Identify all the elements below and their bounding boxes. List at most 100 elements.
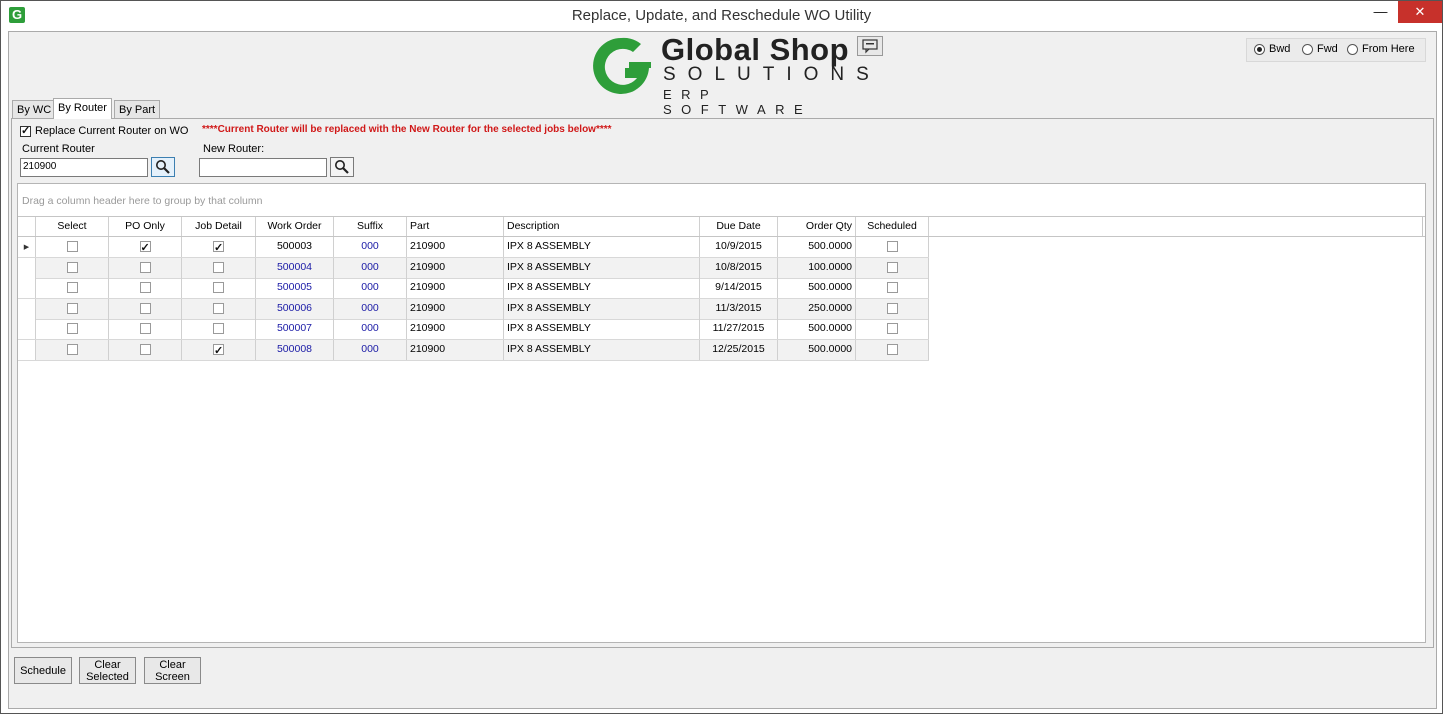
cell-due-date[interactable]: 9/14/2015	[700, 278, 778, 298]
current-router-search-button[interactable]	[151, 157, 175, 177]
column-header-select[interactable]: Select	[36, 217, 109, 236]
maximize-button[interactable]	[1365, 1, 1395, 23]
row-indicator[interactable]	[18, 278, 36, 298]
cell-work-order[interactable]: 500005	[256, 278, 334, 298]
select-checkbox[interactable]	[66, 282, 78, 293]
cell-due-date[interactable]: 11/27/2015	[700, 319, 778, 339]
column-header-work-order[interactable]: Work Order	[256, 217, 334, 236]
cell-description[interactable]: IPX 8 ASSEMBLY	[504, 237, 700, 257]
cell-description[interactable]: IPX 8 ASSEMBLY	[504, 257, 700, 278]
scheduled-checkbox[interactable]	[886, 261, 898, 273]
cell-due-date[interactable]: 11/3/2015	[700, 298, 778, 319]
po-only-checkbox[interactable]	[139, 323, 151, 334]
radio-from-here[interactable]: From Here	[1347, 43, 1415, 55]
scheduled-checkbox[interactable]	[886, 241, 898, 252]
cell-order-qty[interactable]: 500.0000	[778, 319, 856, 339]
table-row[interactable]: 500004 000 210900 IPX 8 ASSEMBLY 10/8/2015 10…	[18, 257, 929, 279]
radio-bwd-indicator[interactable]	[1254, 43, 1265, 55]
po-only-checkbox[interactable]	[139, 261, 151, 273]
cell-description[interactable]: IPX 8 ASSEMBLY	[504, 278, 700, 298]
scheduled-checkbox[interactable]	[886, 282, 898, 293]
cell-suffix[interactable]: 000	[334, 257, 407, 278]
select-checkbox[interactable]	[66, 261, 78, 273]
scheduled-checkbox[interactable]	[886, 323, 898, 334]
table-row[interactable]: ▶ 500003000210900IPX 8 ASSEMBLY10/9/20155…	[18, 237, 929, 258]
tab-by-router[interactable]: By Router	[53, 98, 112, 119]
cell-suffix[interactable]: 000	[334, 319, 407, 339]
cell-suffix[interactable]: 000	[334, 278, 407, 298]
cell-part[interactable]: 210900	[407, 319, 504, 339]
cell-work-order[interactable]: 500004	[256, 257, 334, 278]
row-indicator[interactable]	[18, 298, 36, 319]
column-header-suffix[interactable]: Suffix	[334, 217, 407, 236]
table-row[interactable]: 500006 000 210900 IPX 8 ASSEMBLY 11/3/2015 25…	[18, 298, 929, 320]
cell-part[interactable]: 210900	[407, 339, 504, 360]
column-header-description[interactable]: Description	[504, 217, 700, 236]
radio-fwd[interactable]: Fwd	[1302, 43, 1338, 55]
select-checkbox[interactable]	[66, 323, 78, 334]
radio-fwd-indicator[interactable]	[1302, 43, 1313, 55]
clear-screen-button[interactable]: Clear Screen	[144, 657, 201, 684]
column-header-scheduled[interactable]: Scheduled	[856, 217, 929, 236]
cell-work-order[interactable]: 500006	[256, 298, 334, 319]
cell-part[interactable]: 210900	[407, 257, 504, 278]
job-detail-checkbox[interactable]	[213, 302, 224, 314]
cell-due-date[interactable]: 10/9/2015	[700, 237, 778, 257]
column-header-order-qty[interactable]: Order Qty	[778, 217, 856, 236]
radio-from-here-indicator[interactable]	[1347, 43, 1358, 55]
row-indicator[interactable]	[18, 319, 36, 339]
cell-part[interactable]: 210900	[407, 237, 504, 257]
select-checkbox[interactable]	[66, 302, 78, 314]
cell-due-date[interactable]: 12/25/2015	[700, 339, 778, 360]
po-only-checkbox[interactable]	[139, 302, 151, 314]
cell-suffix[interactable]: 000	[334, 298, 407, 319]
job-detail-checkbox[interactable]	[213, 323, 224, 334]
cell-description[interactable]: IPX 8 ASSEMBLY	[504, 298, 700, 319]
cell-work-order[interactable]: 500003	[256, 237, 334, 257]
job-detail-checkbox[interactable]	[213, 261, 224, 273]
schedule-button[interactable]: Schedule	[14, 657, 72, 684]
job-detail-checkbox[interactable]	[213, 342, 224, 360]
cell-work-order[interactable]: 500008	[256, 339, 334, 360]
table-row[interactable]: 500007 000 210900 IPX 8 ASSEMBLY 11/27/2015 5…	[18, 319, 929, 340]
cell-order-qty[interactable]: 250.0000	[778, 298, 856, 319]
cell-due-date[interactable]: 10/8/2015	[700, 257, 778, 278]
replace-router-option[interactable]: Replace Current Router on WO	[20, 124, 188, 137]
cell-suffix[interactable]: 000	[334, 339, 407, 360]
job-detail-checkbox[interactable]	[213, 239, 224, 257]
cell-description[interactable]: IPX 8 ASSEMBLY	[504, 319, 700, 339]
new-router-input[interactable]	[199, 158, 327, 177]
cell-suffix[interactable]: 000	[334, 237, 407, 257]
cell-description[interactable]: IPX 8 ASSEMBLY	[504, 339, 700, 360]
cell-work-order[interactable]: 500007	[256, 319, 334, 339]
select-checkbox[interactable]	[66, 241, 78, 252]
feedback-button[interactable]	[857, 36, 883, 56]
po-only-checkbox[interactable]	[139, 282, 151, 293]
replace-router-checkbox[interactable]	[20, 124, 31, 137]
po-only-checkbox[interactable]	[139, 239, 151, 257]
tab-by-wc[interactable]: By WC	[12, 100, 57, 118]
table-row[interactable]: 500005 000 210900 IPX 8 ASSEMBLY 9/14/2015 50…	[18, 278, 929, 299]
row-indicator[interactable]	[18, 257, 36, 278]
current-router-input[interactable]: 210900	[20, 158, 148, 177]
scheduled-checkbox[interactable]	[886, 343, 898, 355]
table-row[interactable]: 500008000210900IPX 8 ASSEMBLY12/25/20155…	[18, 339, 929, 361]
row-indicator[interactable]: ▶	[18, 237, 36, 257]
column-header-job-detail[interactable]: Job Detail	[182, 217, 256, 236]
cell-order-qty[interactable]: 500.0000	[778, 237, 856, 257]
select-checkbox[interactable]	[66, 343, 78, 355]
column-header-due-date[interactable]: Due Date	[700, 217, 778, 236]
new-router-search-button[interactable]	[330, 157, 354, 177]
column-header-part[interactable]: Part	[407, 217, 504, 236]
column-header-po-only[interactable]: PO Only	[109, 217, 182, 236]
cell-order-qty[interactable]: 500.0000	[778, 278, 856, 298]
job-detail-checkbox[interactable]	[213, 282, 224, 293]
clear-selected-button[interactable]: Clear Selected	[79, 657, 136, 684]
po-only-checkbox[interactable]	[139, 343, 151, 355]
cell-part[interactable]: 210900	[407, 298, 504, 319]
cell-order-qty[interactable]: 100.0000	[778, 257, 856, 278]
tab-by-part[interactable]: By Part	[114, 100, 161, 118]
cell-part[interactable]: 210900	[407, 278, 504, 298]
radio-bwd[interactable]: Bwd	[1254, 43, 1290, 55]
row-indicator[interactable]	[18, 339, 36, 360]
